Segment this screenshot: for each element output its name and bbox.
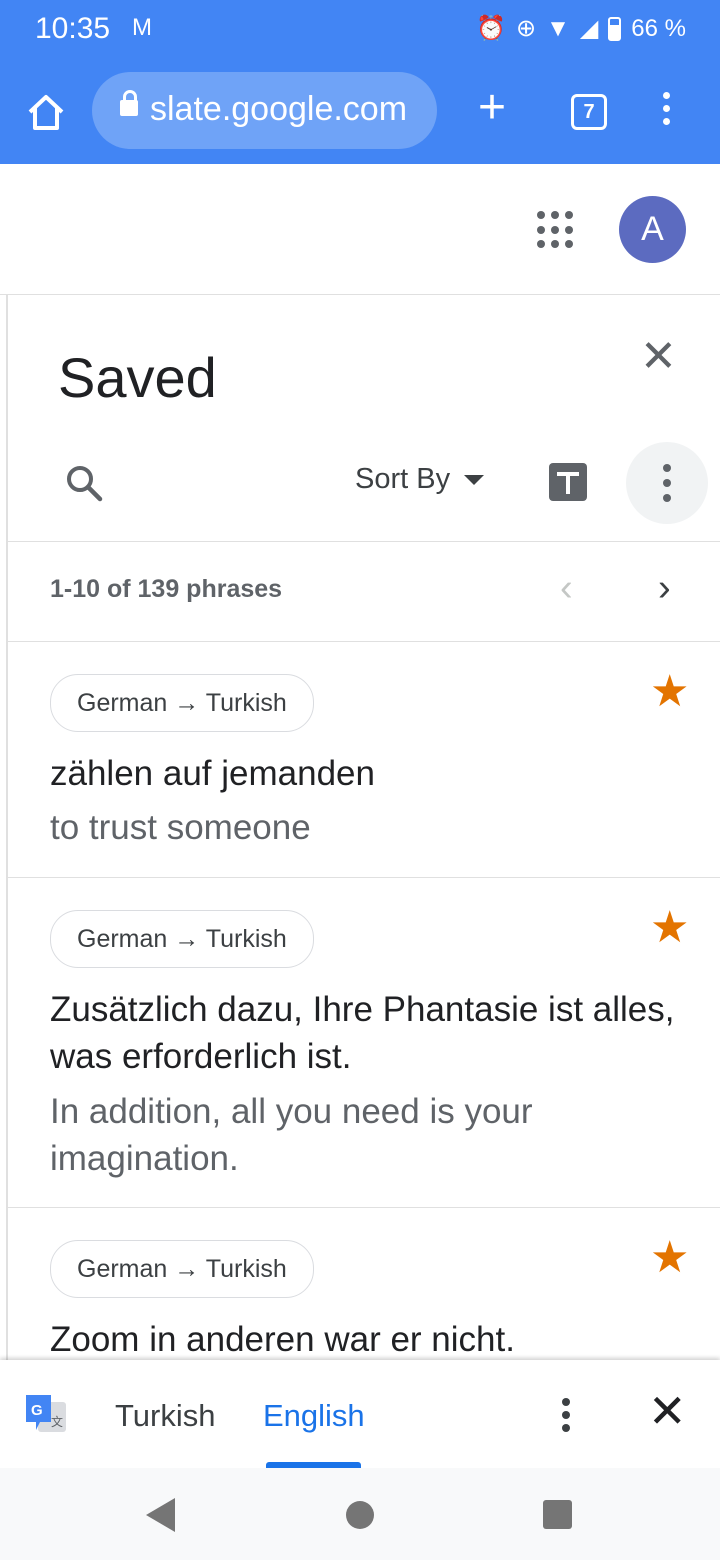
page-title: Saved xyxy=(58,346,217,409)
sort-by-dropdown[interactable]: Sort By xyxy=(355,463,485,496)
language-pair-chip: German → Turkish xyxy=(50,910,314,968)
translation-text: to trust someone xyxy=(50,808,311,847)
translate-bar: G 文 Turkish English ✕ xyxy=(0,1360,720,1469)
back-icon[interactable] xyxy=(146,1498,175,1532)
navigation-bar xyxy=(0,1468,720,1560)
status-icons: ⏰ ⊕ ▼ ◢ 66 % xyxy=(476,14,686,43)
language-tab-english[interactable]: English xyxy=(263,1398,365,1434)
browser-menu-button[interactable] xyxy=(658,92,674,132)
data-saver-icon: ⊕ xyxy=(515,15,537,42)
home-nav-icon[interactable] xyxy=(346,1501,374,1529)
google-translate-icon: G 文 xyxy=(26,1395,66,1432)
address-bar[interactable]: slate.google.com xyxy=(92,72,437,149)
signal-icon: ◢ xyxy=(579,15,599,42)
apps-grid-icon[interactable] xyxy=(537,211,575,249)
language-pair-chip: German → Turkish xyxy=(50,1240,314,1298)
source-text: Zusätzlich dazu, Ihre Phantasie ist alle… xyxy=(50,990,675,1076)
search-icon[interactable] xyxy=(64,463,104,503)
star-icon[interactable]: ★ xyxy=(650,1236,689,1280)
svg-text:文: 文 xyxy=(51,1414,63,1429)
close-icon[interactable]: ✕ xyxy=(640,335,677,379)
add-to-sheet-icon[interactable] xyxy=(549,463,587,501)
status-time: 10:35 xyxy=(35,12,111,45)
new-tab-button[interactable]: + xyxy=(478,84,506,132)
home-icon[interactable] xyxy=(24,90,68,134)
translate-menu-button[interactable] xyxy=(562,1398,572,1438)
wifi-icon: ▼ xyxy=(546,14,570,42)
tab-switcher-button[interactable]: 7 xyxy=(571,94,607,130)
account-avatar[interactable]: A xyxy=(619,196,686,263)
phrase-card[interactable]: German → Turkish ★ Zoom in anderen war e… xyxy=(8,1208,720,1360)
sort-by-label: Sort By xyxy=(355,463,451,495)
language-tab-turkish[interactable]: Turkish xyxy=(115,1398,215,1434)
svg-text:G: G xyxy=(31,1402,43,1419)
phrase-card[interactable]: German → Turkish ★ Zusätzlich dazu, Ihre… xyxy=(8,878,720,1208)
phrase-card[interactable]: German → Turkish ★ zählen auf jemanden t… xyxy=(8,642,720,878)
recent-apps-icon[interactable] xyxy=(543,1500,572,1529)
translation-text: In addition, all you need is your imagin… xyxy=(50,1092,533,1178)
alarm-icon: ⏰ xyxy=(476,15,506,42)
battery-icon xyxy=(608,16,622,41)
star-icon[interactable]: ★ xyxy=(650,906,689,950)
battery-level: 66 % xyxy=(631,14,686,42)
source-text: zählen auf jemanden xyxy=(50,754,375,793)
lock-icon xyxy=(120,90,138,116)
status-bar: 10:35 M ⏰ ⊕ ▼ ◢ 66 % xyxy=(0,0,720,60)
app-header: A xyxy=(0,164,720,295)
phrase-count: 1-10 of 139 phrases xyxy=(50,575,283,603)
gmail-icon: M xyxy=(132,14,152,41)
star-icon[interactable]: ★ xyxy=(650,670,689,714)
close-translate-icon[interactable]: ✕ xyxy=(648,1388,687,1434)
browser-toolbar: slate.google.com + 7 xyxy=(0,60,720,164)
chevron-right-icon[interactable]: › xyxy=(658,567,671,610)
more-options-button[interactable] xyxy=(626,442,708,524)
divider xyxy=(8,541,720,542)
chevron-left-icon[interactable]: ‹ xyxy=(560,567,573,610)
source-text: Zoom in anderen war er nicht. xyxy=(50,1320,515,1359)
language-pair-chip: German → Turkish xyxy=(50,674,314,732)
caret-down-icon xyxy=(464,474,485,485)
saved-panel: Saved ✕ Sort By 1-10 of 139 phrases ‹ › … xyxy=(6,295,720,1360)
url-text: slate.google.com xyxy=(150,90,408,128)
